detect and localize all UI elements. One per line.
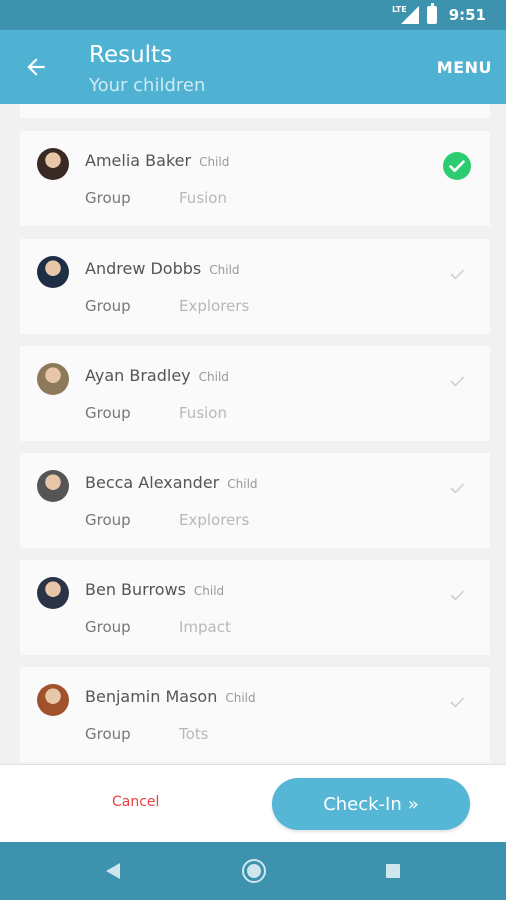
group-label: Group — [85, 511, 131, 529]
child-card[interactable]: Ben Burrows Child Group Impact — [20, 560, 490, 655]
child-name: Becca Alexander — [85, 473, 220, 492]
child-card[interactable]: Amelia Baker Child Group Fusion — [20, 131, 490, 226]
check-icon[interactable] — [442, 151, 472, 181]
group-value: Fusion — [179, 189, 227, 207]
status-bar: LTE 9:51 — [0, 0, 506, 30]
list-item-partial — [20, 104, 490, 118]
child-role: Child — [227, 477, 258, 491]
child-name-row: Benjamin Mason Child — [85, 687, 256, 706]
group-label: Group — [85, 725, 131, 743]
check-icon[interactable] — [442, 580, 472, 610]
nav-home-icon[interactable] — [242, 859, 266, 883]
child-role: Child — [193, 584, 225, 598]
avatar — [37, 577, 69, 609]
system-nav-bar — [0, 842, 506, 900]
app-bar: Results Your children MENU — [0, 30, 506, 104]
child-role: Child — [198, 370, 229, 384]
child-role: Child — [199, 155, 230, 169]
check-in-label: Check-In — [323, 793, 402, 815]
child-name: Ben Burrows — [85, 580, 186, 599]
avatar — [37, 148, 69, 180]
child-name-row: Andrew Dobbs Child — [85, 259, 240, 278]
lte-label: LTE — [391, 4, 407, 14]
child-role: Child — [225, 691, 256, 705]
status-icons: LTE 9:51 — [378, 3, 486, 26]
back-arrow-icon[interactable] — [23, 54, 49, 80]
menu-button[interactable]: MENU — [437, 58, 492, 77]
status-time: 9:51 — [448, 6, 486, 24]
child-card[interactable]: Ayan Bradley Child Group Fusion — [20, 346, 490, 441]
child-role: Child — [209, 263, 240, 277]
child-name: Benjamin Mason — [85, 687, 218, 706]
group-label: Group — [85, 618, 131, 636]
group-label: Group — [85, 404, 131, 422]
avatar — [37, 684, 69, 716]
child-name-row: Becca Alexander Child — [85, 473, 258, 492]
child-name: Ayan Bradley — [85, 366, 191, 385]
check-icon[interactable] — [442, 259, 472, 289]
group-value: Explorers — [179, 297, 250, 315]
check-icon[interactable] — [442, 473, 472, 503]
page-subtitle: Your children — [89, 75, 206, 96]
child-card[interactable]: Benjamin Mason Child Group Tots — [20, 667, 490, 762]
page-title: Results — [89, 42, 173, 68]
check-icon[interactable] — [442, 687, 472, 717]
children-list[interactable]: Amelia Baker Child Group Fusion Andrew Do… — [0, 104, 506, 764]
child-card[interactable]: Becca Alexander Child Group Explorers — [20, 453, 490, 548]
action-bar: Cancel Check-In» — [0, 764, 506, 842]
avatar — [37, 256, 69, 288]
group-value: Fusion — [179, 404, 227, 422]
group-value: Tots — [179, 725, 209, 743]
child-name: Amelia Baker — [85, 151, 192, 170]
nav-recents-icon[interactable] — [386, 864, 400, 878]
nav-back-icon[interactable] — [106, 863, 120, 879]
cancel-button[interactable]: Cancel — [112, 794, 159, 810]
group-label: Group — [85, 297, 131, 315]
child-name-row: Ben Burrows Child — [85, 580, 224, 599]
double-chevron-right-icon: » — [407, 793, 419, 815]
child-card[interactable]: Andrew Dobbs Child Group Explorers — [20, 239, 490, 334]
check-in-button[interactable]: Check-In» — [272, 778, 470, 830]
group-label: Group — [85, 189, 131, 207]
child-name-row: Ayan Bradley Child — [85, 366, 229, 385]
child-name: Andrew Dobbs — [85, 259, 202, 278]
avatar — [37, 363, 69, 395]
group-value: Impact — [179, 618, 231, 636]
group-value: Explorers — [179, 511, 250, 529]
check-icon[interactable] — [442, 366, 472, 396]
child-name-row: Amelia Baker Child — [85, 151, 229, 170]
battery-icon — [426, 3, 437, 24]
avatar — [37, 470, 69, 502]
